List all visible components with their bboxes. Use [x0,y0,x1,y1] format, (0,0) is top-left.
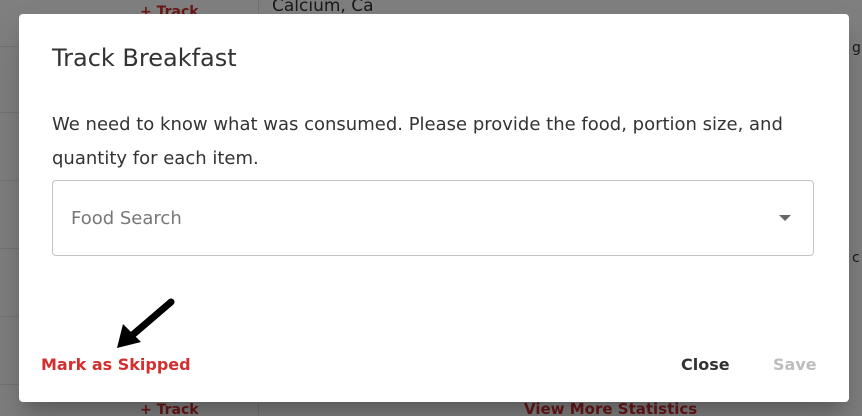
close-button[interactable]: Close [681,355,730,374]
mark-as-skipped-button[interactable]: Mark as Skipped [41,355,191,374]
save-button[interactable]: Save [773,355,817,374]
food-search-select[interactable] [52,180,814,256]
pointer-arrow-icon [117,298,175,348]
dialog-title: Track Breakfast [52,44,237,72]
dialog-description: We need to know what was consumed. Pleas… [52,114,783,169]
track-meal-dialog: Track Breakfast We need to know what was… [19,14,849,402]
food-search-input[interactable] [71,203,751,233]
dropdown-arrow-icon[interactable] [779,215,791,221]
